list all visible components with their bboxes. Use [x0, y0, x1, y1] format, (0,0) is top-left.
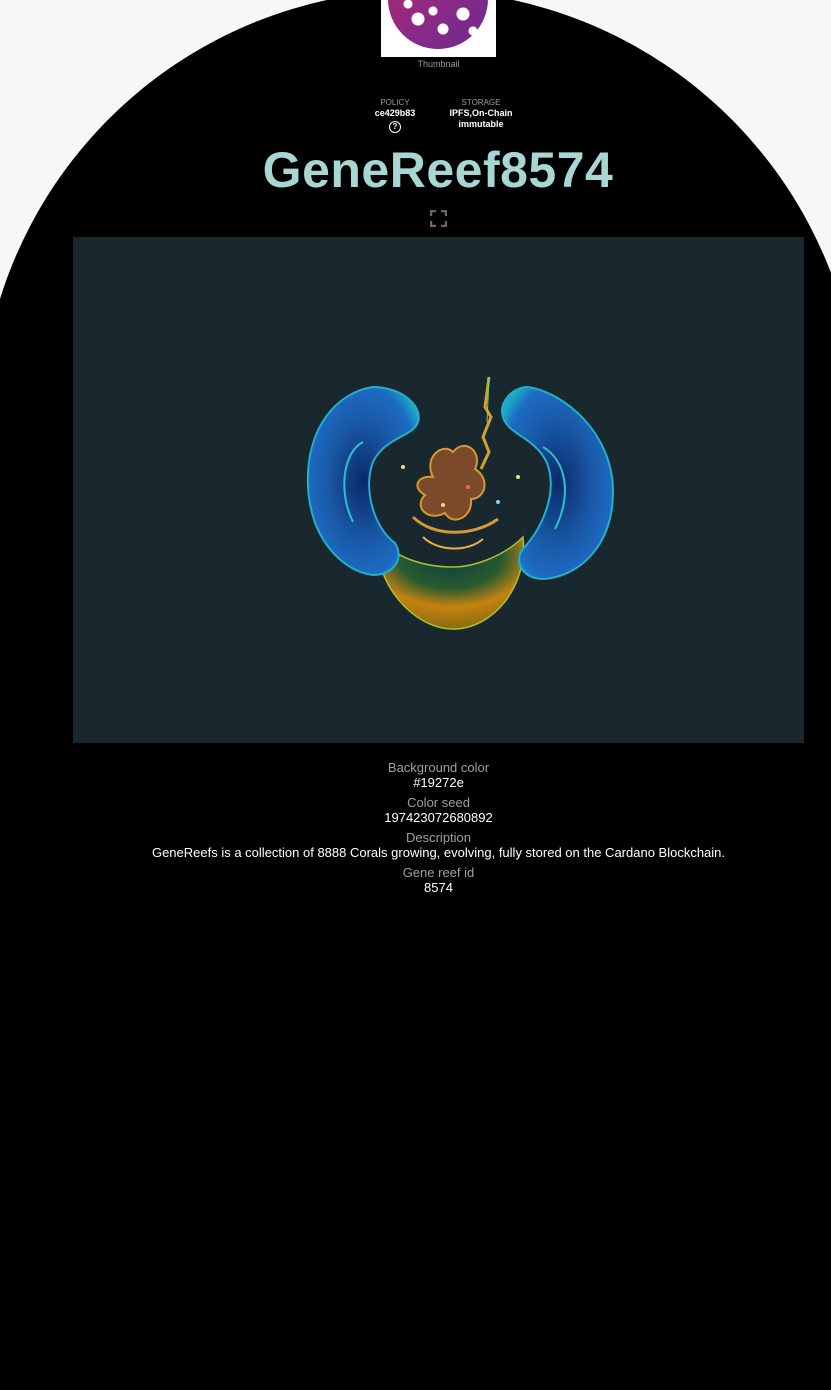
page-title: GeneReef8574: [262, 142, 614, 198]
storage-note: immutable: [458, 119, 504, 129]
attr-background-color-label: Background color: [387, 760, 490, 775]
attr-background-color-value: #19272e: [413, 775, 464, 790]
artwork-canvas[interactable]: [73, 237, 804, 743]
attributes-list: Background color #19272e Color seed 1974…: [0, 755, 831, 895]
attr-gene-reef-id-value: 8574: [424, 880, 453, 895]
help-circle-icon[interactable]: ?: [389, 121, 401, 133]
attr-gene-reef-id-label: Gene reef id: [402, 865, 475, 880]
nft-detail: Thumbnail POLICY ce429b83 ? STORAGE IPFS…: [0, 0, 831, 895]
attr-color-seed-label: Color seed: [407, 795, 470, 810]
coral-artwork: [306, 376, 615, 630]
policy-value[interactable]: ce429b83: [360, 108, 430, 119]
attr-color-seed-value: 197423072680892: [384, 810, 493, 825]
storage-label: STORAGE: [461, 98, 501, 107]
policy-info: POLICY ce429b83 ?: [360, 97, 430, 133]
storage-value: IPFS,On-Chain: [449, 108, 513, 118]
coral-thumbnail: [388, 0, 488, 49]
thumbnail-caption: Thumbnail: [417, 59, 460, 69]
attr-description-value: GeneReefs is a collection of 8888 Corals…: [151, 845, 726, 860]
policy-label: POLICY: [380, 98, 410, 107]
attr-description-label: Description: [405, 830, 472, 845]
fullscreen-icon[interactable]: [430, 210, 447, 227]
storage-info: STORAGE IPFS,On-Chain immutable: [441, 97, 521, 130]
thumbnail-image[interactable]: [381, 0, 496, 57]
